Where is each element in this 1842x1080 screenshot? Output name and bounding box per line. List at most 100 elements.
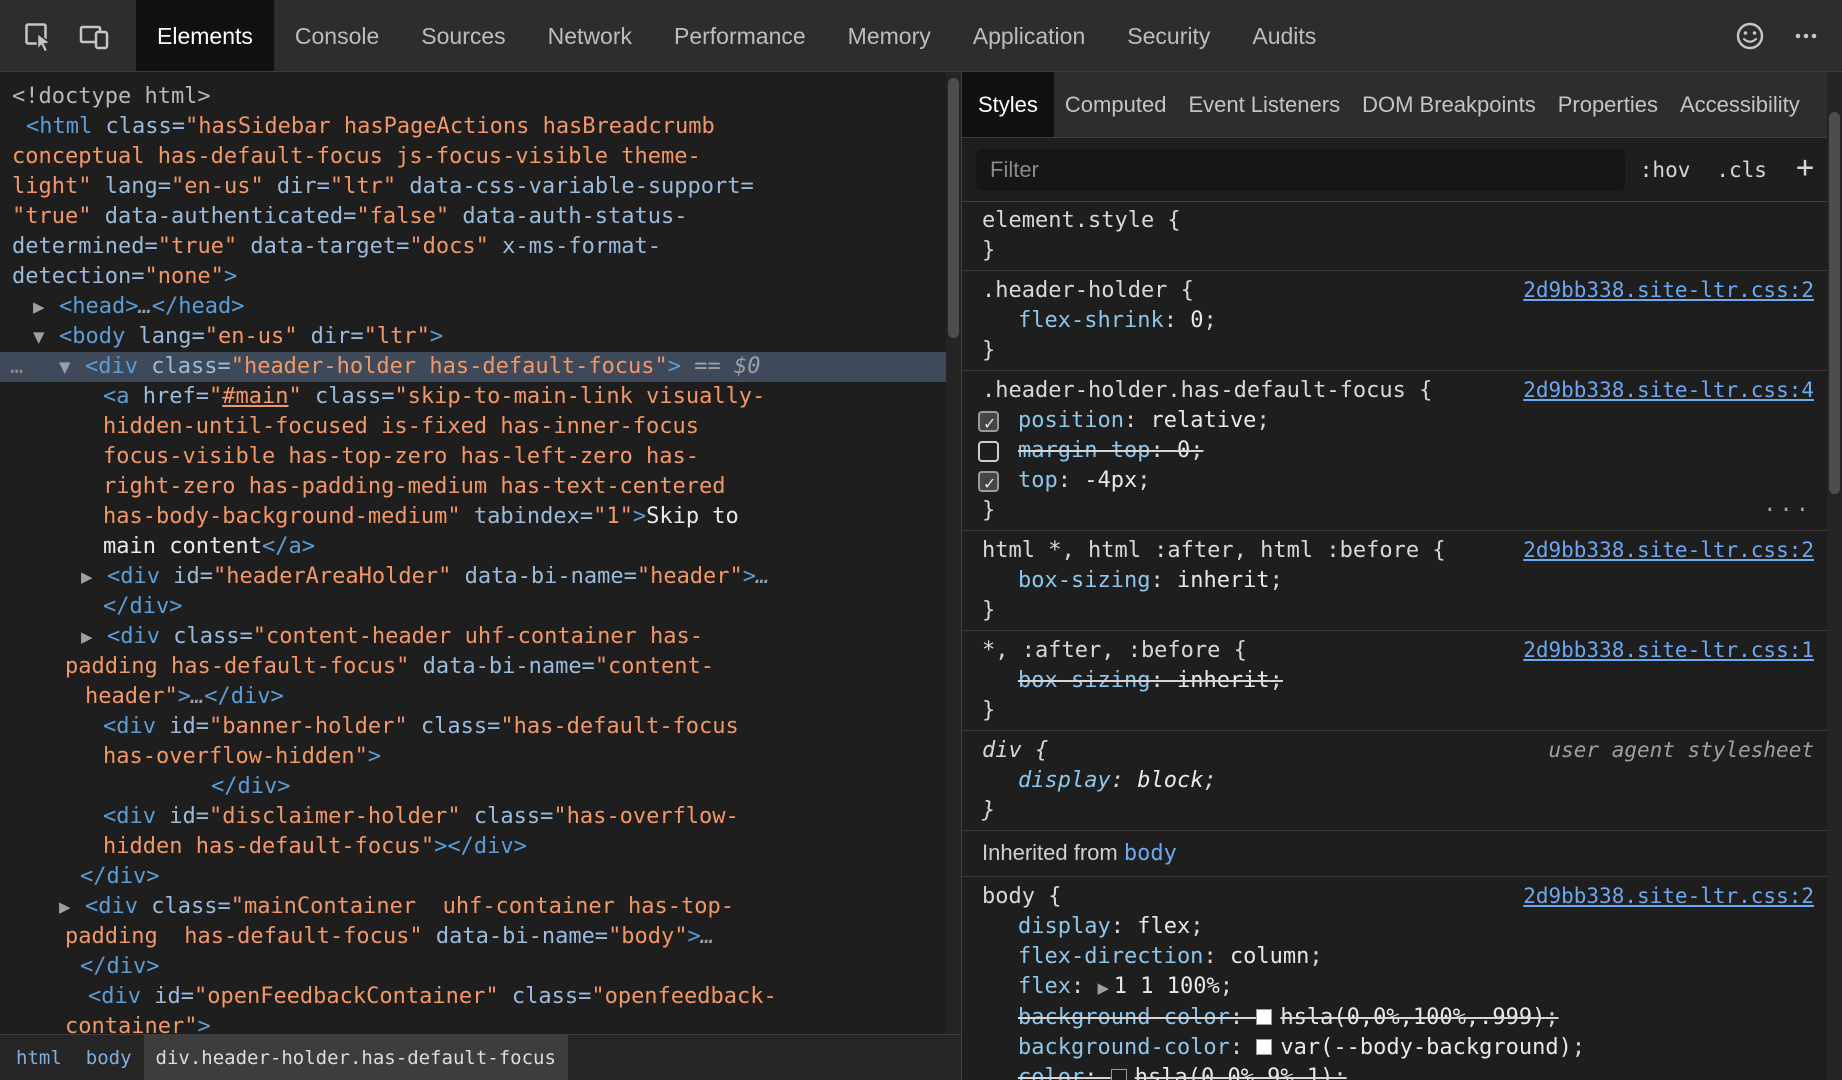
css-property-background-color[interactable]: background-color: hsla(0,0%,100%,.999); — [962, 1003, 1842, 1033]
property-toggle-checkbox[interactable] — [978, 441, 999, 462]
tree-node[interactable]: header">…</div> — [0, 682, 961, 712]
css-selector-line[interactable]: element.style { — [962, 206, 1842, 236]
tree-node[interactable]: <a href="#main" class="skip-to-main-link… — [0, 382, 961, 412]
tree-node[interactable]: </div> — [0, 592, 961, 622]
more-menu-icon[interactable] — [1778, 0, 1834, 72]
property-toggle-checkbox[interactable] — [978, 411, 999, 432]
twisty-expanded-icon[interactable]: ▼ — [33, 322, 45, 352]
tree-node[interactable]: </div> — [0, 952, 961, 982]
tree-node[interactable]: has-body-background-medium" tabindex="1"… — [0, 502, 961, 532]
twisty-collapsed-icon[interactable]: ▶ — [81, 622, 93, 652]
sidebar-tab-styles[interactable]: Styles — [962, 72, 1054, 137]
twisty-collapsed-icon[interactable]: ▶ — [81, 562, 93, 592]
tree-node[interactable]: conceptual has-default-focus js-focus-vi… — [0, 142, 961, 172]
color-swatch[interactable] — [1256, 1009, 1272, 1025]
tree-node[interactable]: detection="none"> — [0, 262, 961, 292]
stylesheet-link[interactable]: 2d9bb338.site-ltr.css:2 — [1523, 881, 1814, 911]
twisty-collapsed-icon[interactable]: ▶ — [59, 892, 71, 922]
tree-node[interactable]: container"> — [0, 1012, 961, 1034]
device-toolbar-icon[interactable] — [66, 0, 122, 72]
tree-node[interactable]: hidden-until-focused is-fixed has-inner-… — [0, 412, 961, 442]
css-property-flex-shrink[interactable]: flex-shrink: 0; — [962, 306, 1842, 336]
class-toggle-button[interactable]: .cls — [1705, 158, 1778, 182]
sidebar-tab-properties[interactable]: Properties — [1547, 72, 1669, 137]
tree-node[interactable]: determined="true" data-target="docs" x-m… — [0, 232, 961, 262]
property-toggle-checkbox[interactable] — [978, 471, 999, 492]
twisty-expanded-icon[interactable]: ▼ — [59, 352, 71, 382]
twisty-collapsed-icon[interactable]: ▶ — [33, 292, 45, 322]
toolbar-tab-network[interactable]: Network — [527, 0, 653, 71]
css-selector-line[interactable]: html *, html :after, html :before {2d9bb… — [962, 535, 1842, 566]
stylesheet-link[interactable]: 2d9bb338.site-ltr.css:1 — [1523, 635, 1814, 665]
toolbar-tab-console[interactable]: Console — [274, 0, 400, 71]
toolbar-tab-security[interactable]: Security — [1106, 0, 1231, 71]
tree-node[interactable]: has-overflow-hidden"> — [0, 742, 961, 772]
tree-node[interactable]: light" lang="en-us" dir="ltr" data-css-v… — [0, 172, 961, 202]
tree-node[interactable]: right-zero has-padding-medium has-text-c… — [0, 472, 961, 502]
elements-scrollbar-thumb[interactable] — [948, 78, 959, 338]
css-selector-line[interactable]: .header-holder {2d9bb338.site-ltr.css:2 — [962, 275, 1842, 306]
toolbar-tab-application[interactable]: Application — [952, 0, 1107, 71]
css-property-position[interactable]: position: relative; — [962, 406, 1842, 436]
sidebar-tab-accessibility[interactable]: Accessibility — [1669, 72, 1811, 137]
rule-overflow-button[interactable]: ... — [1763, 490, 1812, 520]
stylesheet-link[interactable]: 2d9bb338.site-ltr.css:4 — [1523, 375, 1814, 405]
tree-node[interactable]: <div id="disclaimer-holder" class="has-o… — [0, 802, 961, 832]
tree-node[interactable]: </div> — [0, 772, 961, 802]
tree-node[interactable]: main content</a> — [0, 532, 961, 562]
styles-panel-scrollbar[interactable] — [1827, 72, 1842, 1080]
breadcrumb-item-div[interactable]: div.header-holder.has-default-focus — [144, 1035, 568, 1080]
css-property-display[interactable]: display: block; — [962, 766, 1842, 796]
css-selector-line[interactable]: div {user agent stylesheet — [962, 735, 1842, 766]
tree-node[interactable]: <div id="banner-holder" class="has-defau… — [0, 712, 961, 742]
inherited-node-link[interactable]: body — [1124, 841, 1177, 866]
css-property-background-color[interactable]: background-color: var(--body-background)… — [962, 1033, 1842, 1063]
tree-node[interactable]: ▼<body lang="en-us" dir="ltr"> — [0, 322, 961, 352]
css-property-top[interactable]: top: -4px; — [962, 466, 1842, 496]
feedback-smiley-icon[interactable] — [1722, 0, 1778, 72]
tree-node[interactable]: padding has-default-focus" data-bi-name=… — [0, 652, 961, 682]
tree-node[interactable]: "true" data-authenticated="false" data-a… — [0, 202, 961, 232]
tree-node-selected[interactable]: …▼<div class="header-holder has-default-… — [0, 352, 961, 382]
toolbar-tab-sources[interactable]: Sources — [400, 0, 526, 71]
styles-scrollbar-thumb[interactable] — [1829, 112, 1840, 494]
css-property-margin-top[interactable]: margin-top: 0; — [962, 436, 1842, 466]
sidebar-tab-event-listeners[interactable]: Event Listeners — [1177, 72, 1351, 137]
new-style-rule-button[interactable]: + — [1782, 150, 1828, 189]
tree-node[interactable]: <div id="openFeedbackContainer" class="o… — [0, 982, 961, 1012]
sidebar-tab-dom-breakpoints[interactable]: DOM Breakpoints — [1351, 72, 1547, 137]
sidebar-tab-computed[interactable]: Computed — [1054, 72, 1178, 137]
elements-panel-scrollbar[interactable] — [946, 72, 961, 1034]
tree-node[interactable]: <html class="hasSidebar hasPageActions h… — [0, 112, 961, 142]
tree-node[interactable]: ▶<div class="mainContainer uhf-container… — [0, 892, 961, 922]
tree-node[interactable]: hidden has-default-focus"></div> — [0, 832, 961, 862]
toolbar-tab-audits[interactable]: Audits — [1231, 0, 1337, 71]
attribute-link[interactable]: #main — [222, 384, 288, 409]
css-property-flex[interactable]: flex: ▶ 1 1 100%; — [962, 972, 1842, 1003]
breadcrumb-item-html[interactable]: html — [4, 1035, 74, 1080]
tree-node[interactable]: padding has-default-focus" data-bi-name=… — [0, 922, 961, 952]
css-selector-line[interactable]: .header-holder.has-default-focus {2d9bb3… — [962, 375, 1842, 406]
toolbar-tab-elements[interactable]: Elements — [136, 0, 274, 71]
stylesheet-link[interactable]: 2d9bb338.site-ltr.css:2 — [1523, 535, 1814, 565]
shorthand-expand-icon[interactable]: ▶ — [1097, 979, 1113, 997]
tree-node[interactable]: focus-visible has-top-zero has-left-zero… — [0, 442, 961, 472]
css-property-box-sizing[interactable]: box-sizing: inherit; — [962, 666, 1842, 696]
css-property-display[interactable]: display: flex; — [962, 912, 1842, 942]
inspect-icon[interactable] — [10, 0, 66, 72]
css-property-color[interactable]: color: hsla(0,0%,9%,1); — [962, 1063, 1842, 1080]
stylesheet-link[interactable]: 2d9bb338.site-ltr.css:2 — [1523, 275, 1814, 305]
css-property-flex-direction[interactable]: flex-direction: column; — [962, 942, 1842, 972]
tree-node[interactable]: ▶<div id="headerAreaHolder" data-bi-name… — [0, 562, 961, 592]
css-selector-line[interactable]: body {2d9bb338.site-ltr.css:2 — [962, 881, 1842, 912]
color-swatch[interactable] — [1256, 1039, 1272, 1055]
breadcrumb-item-body[interactable]: body — [74, 1035, 144, 1080]
tree-node[interactable]: <!doctype html> — [0, 82, 961, 112]
toolbar-tab-performance[interactable]: Performance — [653, 0, 827, 71]
pseudo-state-button[interactable]: :hov — [1629, 158, 1702, 182]
tree-node[interactable]: ▶<head>…</head> — [0, 292, 961, 322]
color-swatch[interactable] — [1111, 1069, 1127, 1080]
toolbar-tab-memory[interactable]: Memory — [827, 0, 952, 71]
tree-node[interactable]: ▶<div class="content-header uhf-containe… — [0, 622, 961, 652]
styles-filter-input[interactable] — [976, 149, 1625, 191]
